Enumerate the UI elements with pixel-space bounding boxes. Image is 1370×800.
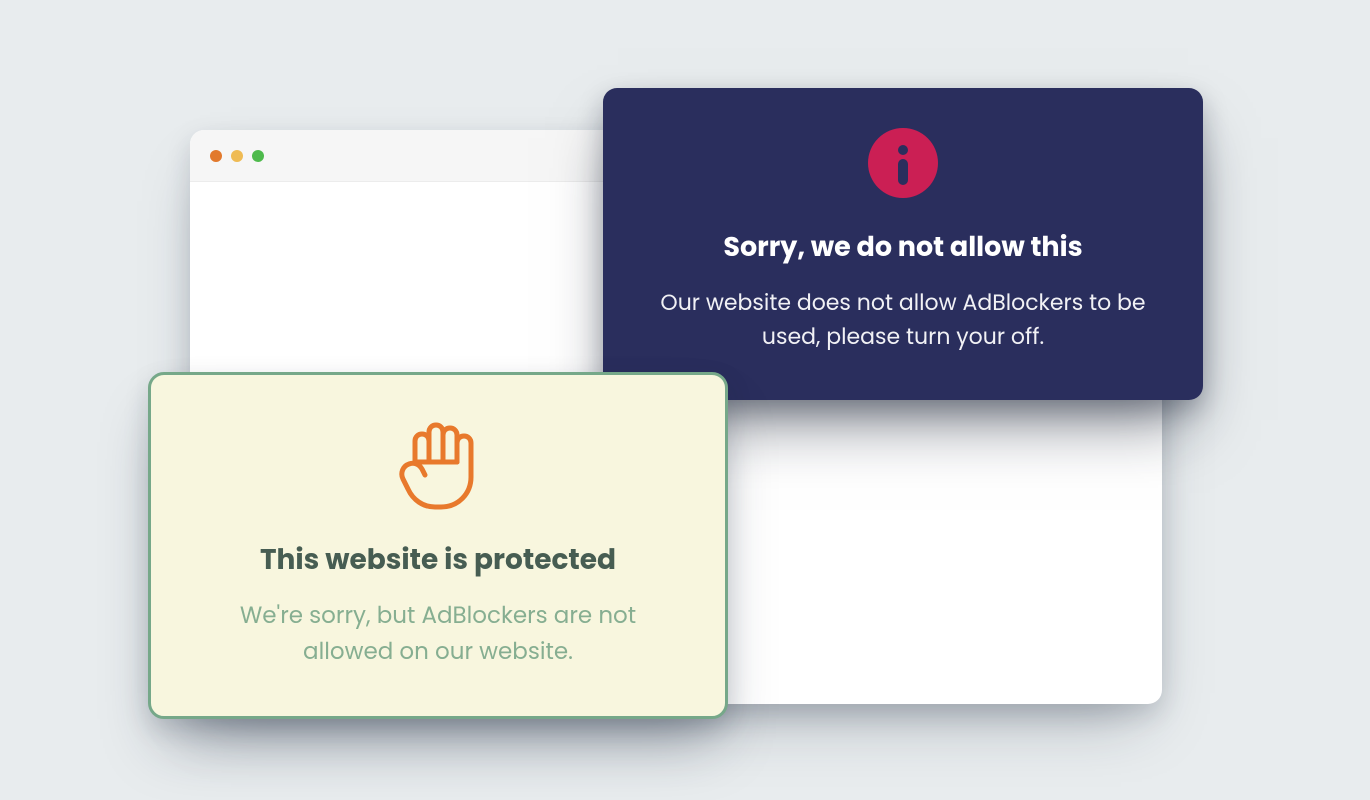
info-icon	[868, 128, 938, 198]
adblock-notice-dark: Sorry, we do not allow this Our website …	[603, 88, 1203, 400]
traffic-light-close-icon[interactable]	[210, 150, 222, 162]
traffic-light-zoom-icon[interactable]	[252, 150, 264, 162]
traffic-light-minimize-icon[interactable]	[231, 150, 243, 162]
notice-title: This website is protected	[201, 539, 675, 581]
notice-body: We're sorry, but AdBlockers are not allo…	[201, 599, 675, 670]
hand-icon	[397, 417, 479, 513]
adblock-notice-light: This website is protected We're sorry, b…	[148, 372, 728, 719]
notice-body: Our website does not allow AdBlockers to…	[647, 286, 1159, 354]
notice-title: Sorry, we do not allow this	[647, 228, 1159, 268]
